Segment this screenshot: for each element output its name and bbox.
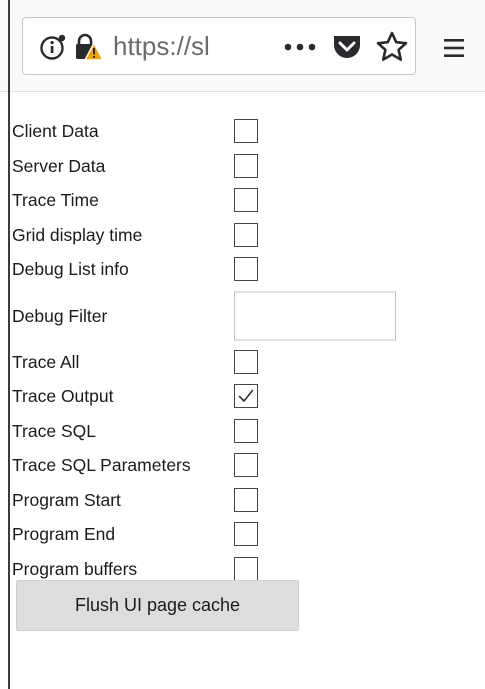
pocket-icon[interactable] — [331, 31, 363, 63]
program-start-checkbox[interactable] — [234, 487, 258, 512]
server-data-checkbox[interactable] — [234, 153, 258, 178]
option-row-trace-output: Trace Output — [12, 379, 412, 414]
option-label-server-data: Server Data — [12, 155, 106, 176]
option-row-client-data: Client Data — [12, 114, 412, 149]
option-row-trace-sql-parameters: Trace SQL Parameters — [12, 448, 412, 483]
url-fade-overlay — [223, 22, 273, 70]
program-end-checkbox[interactable] — [234, 522, 258, 547]
option-label-trace-sql: Trace SQL — [12, 420, 96, 441]
trace-sql-parameters-checkbox[interactable] — [234, 453, 258, 478]
option-label-trace-sql-parameters: Trace SQL Parameters — [12, 455, 191, 476]
option-row-debug-list-info: Debug List info — [12, 252, 412, 287]
trace-all-checkbox[interactable] — [234, 349, 258, 374]
option-label-client-data: Client Data — [12, 121, 99, 142]
info-icon[interactable] — [39, 33, 67, 61]
window-left-border — [8, 0, 10, 689]
option-row-grid-display-time: Grid display time — [12, 218, 412, 253]
insecure-lock-icon[interactable] — [74, 33, 105, 63]
trace-sql-checkbox[interactable] — [234, 418, 258, 443]
more-icon[interactable] — [281, 36, 319, 58]
debug-list-info-checkbox[interactable] — [234, 257, 258, 282]
browser-toolbar: https://sl — [0, 0, 485, 92]
flush-ui-page-cache-button[interactable]: Flush UI page cache — [16, 580, 299, 631]
option-row-trace-time: Trace Time — [12, 183, 412, 218]
checkmark-icon — [238, 389, 254, 403]
option-row-server-data: Server Data — [12, 149, 412, 184]
option-label-debug-filter: Debug Filter — [12, 305, 108, 326]
debug-filter-input[interactable] — [234, 291, 396, 340]
option-label-trace-output: Trace Output — [12, 386, 114, 407]
trace-time-checkbox[interactable] — [234, 188, 258, 213]
client-data-checkbox[interactable] — [234, 119, 258, 144]
debug-options-panel: Client Data Server Data Trace Time Grid dis… — [12, 114, 412, 586]
option-label-program-end: Program End — [12, 524, 116, 545]
program-buffers-checkbox[interactable] — [234, 556, 258, 581]
grid-display-time-checkbox[interactable] — [234, 222, 258, 247]
option-row-trace-sql: Trace SQL — [12, 414, 412, 449]
trace-output-checkbox[interactable] — [234, 384, 258, 409]
option-label-program-start: Program Start — [12, 489, 121, 510]
option-row-program-start: Program Start — [12, 483, 412, 518]
hamburger-menu-icon[interactable] — [442, 37, 466, 59]
option-row-program-end: Program End — [12, 517, 412, 552]
option-label-grid-display-time: Grid display time — [12, 224, 143, 245]
option-label-trace-all: Trace All — [12, 351, 80, 372]
url-bar[interactable]: https://sl — [22, 17, 416, 75]
option-label-debug-list-info: Debug List info — [12, 259, 129, 280]
option-label-program-buffers: Program buffers — [12, 558, 138, 579]
option-row-trace-all: Trace All — [12, 345, 412, 380]
star-icon[interactable] — [375, 30, 409, 64]
option-row-debug-filter: Debug Filter — [12, 287, 412, 345]
option-label-trace-time: Trace Time — [12, 190, 99, 211]
